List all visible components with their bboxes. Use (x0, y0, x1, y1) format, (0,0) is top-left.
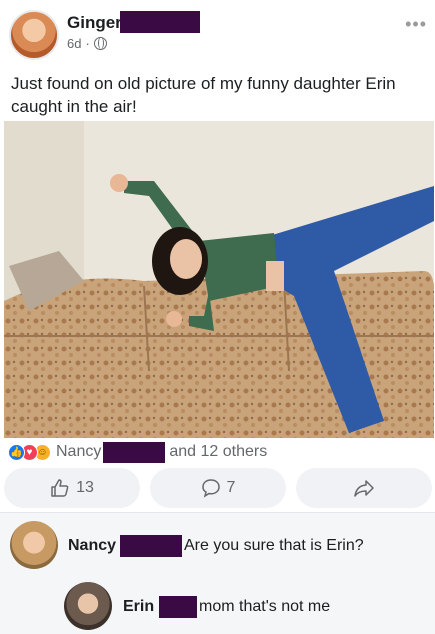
author-avatar[interactable] (9, 10, 59, 60)
action-row: 13 7 (4, 468, 432, 508)
comment-text-nancy: Are you sure that is Erin? (184, 537, 364, 554)
reaction-others: and 12 others (169, 443, 268, 460)
comment-author-erin[interactable]: Erin (123, 598, 154, 616)
redacted-surname (159, 596, 197, 618)
photo-illustration (4, 121, 434, 438)
like-reaction-icon: 👍 (8, 443, 25, 461)
globe-icon (93, 37, 107, 50)
like-count: 13 (76, 479, 94, 496)
post-time[interactable]: 6d (67, 36, 81, 51)
redacted-surname (103, 441, 166, 463)
commenter-avatar-nancy[interactable] (10, 521, 58, 569)
commenter-avatar-erin[interactable] (64, 582, 112, 630)
reactions-summary[interactable]: 👍 ♥ ☺ Nancy and 12 others (8, 441, 267, 463)
comment-button[interactable]: 7 (150, 468, 286, 508)
reaction-names: Nancy (56, 443, 102, 460)
author-name[interactable]: Ginger (67, 13, 122, 33)
thumbs-up-icon (51, 479, 69, 497)
comment-bubble-icon (201, 479, 220, 498)
redacted-surname (120, 535, 182, 557)
post-photo[interactable] (4, 121, 434, 438)
like-button[interactable]: 13 (4, 468, 140, 508)
share-arrow-icon (354, 480, 374, 497)
comment-count: 7 (226, 479, 236, 496)
share-button[interactable] (296, 468, 432, 508)
comment-author-nancy[interactable]: Nancy (68, 537, 116, 555)
comment-text-erin: mom that's not me (199, 598, 331, 615)
meta-separator: · (85, 36, 90, 51)
redacted-surname (120, 11, 200, 33)
post-text: Just found on old picture of my funny da… (11, 74, 396, 116)
post-header: Ginger 6d · ••• (0, 0, 435, 64)
more-options-icon[interactable]: ••• (405, 14, 427, 35)
post-meta: 6d · (67, 36, 107, 51)
